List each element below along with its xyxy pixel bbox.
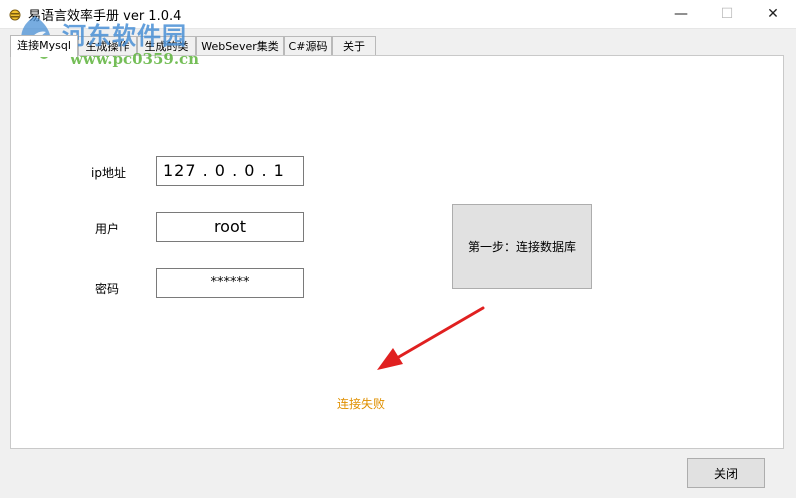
ip-address-input[interactable]: 127 . 0 . 0 . 1 [156,156,304,186]
password-input[interactable]: ****** [156,268,304,298]
minimize-icon: — [674,6,688,22]
close-window-button[interactable]: ✕ [750,0,796,28]
maximize-icon: ☐ [720,6,734,22]
red-arrow-annotation [377,306,485,370]
tab-csharp-source[interactable]: C#源码 [284,36,332,56]
password-label: 密码 [95,282,120,296]
minimize-button[interactable]: — [658,0,704,28]
ip-label: ip地址 [91,166,126,180]
tab-connect-mysql[interactable]: 连接Mysql [10,35,78,57]
watermark-text-url: www.pc0359.cn [70,50,200,68]
close-icon: ✕ [767,6,779,22]
connect-mysql-panel: ip地址 127 . 0 . 0 . 1 用户 root 密码 ****** 第… [10,55,784,449]
tab-about[interactable]: 关于 [332,36,376,56]
watermark-text-name: 河东软件园 [62,21,187,50]
close-button[interactable]: 关闭 [687,458,765,488]
user-label: 用户 [95,222,120,236]
user-input[interactable]: root [156,212,304,242]
connect-database-button[interactable]: 第一步：连接数据库 [452,204,592,289]
maximize-button[interactable]: ☐ [704,0,750,28]
connection-status-text: 连接失败 [337,397,386,411]
